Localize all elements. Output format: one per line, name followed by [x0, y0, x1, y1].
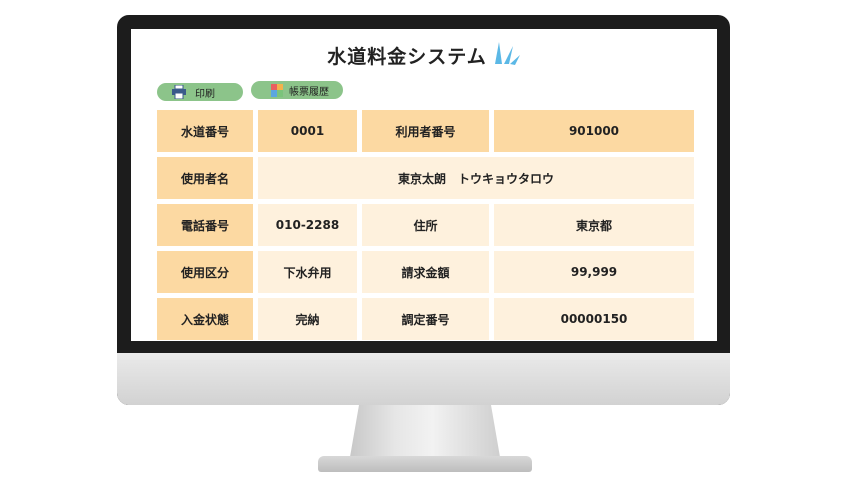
adjust-no-label: 調定番号 [362, 298, 489, 340]
usage-value: 下水弁用 [258, 251, 357, 293]
address-label: 住所 [362, 204, 489, 246]
app-title: 水道料金システム [327, 45, 487, 68]
payment-value: 完納 [258, 298, 357, 340]
print-button[interactable]: 印刷 [157, 83, 243, 101]
monitor-chin [117, 353, 730, 405]
title-bar: 水道料金システム [131, 39, 717, 71]
monitor-stand-neck [350, 405, 500, 457]
amount-value: 99,999 [494, 251, 694, 293]
printer-icon [171, 85, 187, 99]
user-name-label: 使用者名 [157, 157, 253, 199]
water-no-label: 水道番号 [157, 110, 253, 152]
report-history-button-label: 帳票履歴 [289, 86, 329, 98]
payment-label: 入金状態 [157, 298, 253, 340]
water-no-value: 0001 [258, 110, 357, 152]
phone-value: 010-2288 [258, 204, 357, 246]
app-screen: 水道料金システム 印刷 帳票履歴 水道番号 0001 利用者番号 901000 … [131, 29, 717, 341]
address-value: 東京都 [494, 204, 694, 246]
user-no-value: 901000 [494, 110, 694, 152]
monitor-stand-base [318, 456, 532, 472]
report-history-button[interactable]: 帳票履歴 [251, 81, 343, 99]
water-splash-icon [491, 40, 521, 70]
user-name-value: 東京太朗 トウキョウタロウ [258, 157, 694, 199]
usage-label: 使用区分 [157, 251, 253, 293]
adjust-no-value: 00000150 [494, 298, 694, 340]
amount-label: 請求金額 [362, 251, 489, 293]
print-button-label: 印刷 [195, 88, 215, 100]
phone-label: 電話番号 [157, 204, 253, 246]
report-history-icon [271, 83, 283, 97]
user-no-label: 利用者番号 [362, 110, 489, 152]
